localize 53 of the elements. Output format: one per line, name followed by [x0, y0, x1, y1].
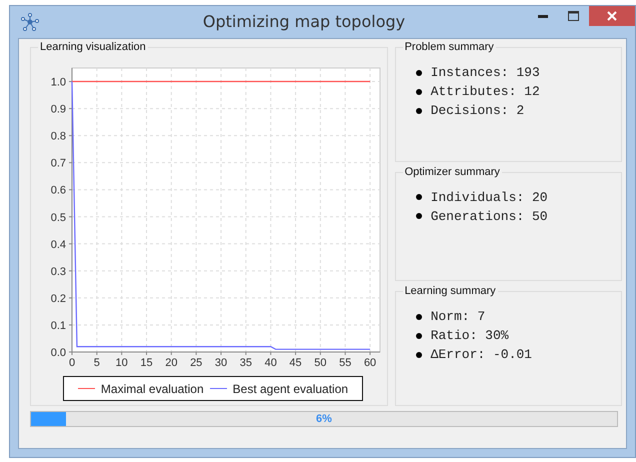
- x-tick-label: 40: [264, 357, 277, 369]
- y-tick-label: 1.0: [50, 76, 66, 89]
- bullet-icon: [416, 352, 422, 358]
- y-tick-label: 0.7: [50, 158, 66, 170]
- y-tick-label: 0.9: [50, 104, 66, 116]
- legend-label: Best agent evaluation: [232, 382, 348, 396]
- summary-item: Generations: 50: [430, 208, 548, 224]
- bullet-icon: [416, 332, 422, 339]
- y-tick-label: 0.5: [50, 212, 66, 224]
- close-icon: [607, 11, 617, 21]
- x-tick-label: 0: [68, 357, 76, 369]
- bullet-icon: [416, 194, 422, 200]
- minimize-icon: [538, 14, 548, 18]
- panel-title: Problem summary: [402, 41, 496, 53]
- progress-text: 6%: [316, 413, 332, 425]
- summary-item: Attributes: 12: [430, 84, 540, 99]
- network-icon: [21, 13, 39, 31]
- summary-item: Ratio: 30%: [430, 328, 509, 344]
- panel-title: Learning visualization: [38, 41, 148, 53]
- bullet-icon: [416, 314, 422, 320]
- x-tick-label: 10: [116, 357, 128, 369]
- y-tick-label: 0.1: [50, 320, 66, 332]
- bullet-icon: [416, 213, 422, 220]
- x-tick-label: 25: [190, 357, 202, 369]
- x-tick-label: 20: [165, 357, 178, 369]
- bullet-icon: [416, 108, 422, 114]
- x-tick-label: 15: [140, 357, 153, 369]
- panel-title: Optimizer summary: [402, 166, 502, 178]
- y-tick-label: 0.2: [50, 292, 66, 305]
- panel-title: Learning summary: [402, 285, 498, 298]
- maximize-icon: [568, 11, 578, 21]
- x-tick-label: 35: [240, 357, 252, 369]
- summary-item: Instances: 193: [430, 65, 540, 80]
- summary-item: Norm: 7: [430, 309, 486, 324]
- close-button[interactable]: [589, 6, 635, 26]
- x-tick-label: 50: [314, 357, 326, 369]
- x-tick-label: 30: [214, 357, 228, 369]
- summary-item: Individuals: 20: [430, 190, 548, 205]
- window-title: Optimizing map topology: [202, 12, 406, 31]
- bullet-icon: [416, 88, 422, 94]
- y-tick-label: 0.3: [50, 266, 66, 278]
- summary-item: Decisions: 2: [430, 103, 524, 118]
- y-tick-label: 0.8: [50, 130, 66, 143]
- x-tick-label: 60: [364, 357, 376, 369]
- legend-label: Maximal evaluation: [100, 382, 204, 396]
- summary-item: ΔError: -0.01: [430, 347, 532, 362]
- y-tick-label: 0.6: [50, 184, 66, 197]
- y-tick-label: 0.4: [50, 238, 66, 251]
- x-tick-label: 45: [289, 357, 302, 369]
- x-tick-label: 5: [94, 357, 100, 369]
- bullet-icon: [416, 70, 422, 76]
- x-tick-label: 55: [339, 357, 352, 369]
- y-tick-label: 0.0: [50, 347, 66, 359]
